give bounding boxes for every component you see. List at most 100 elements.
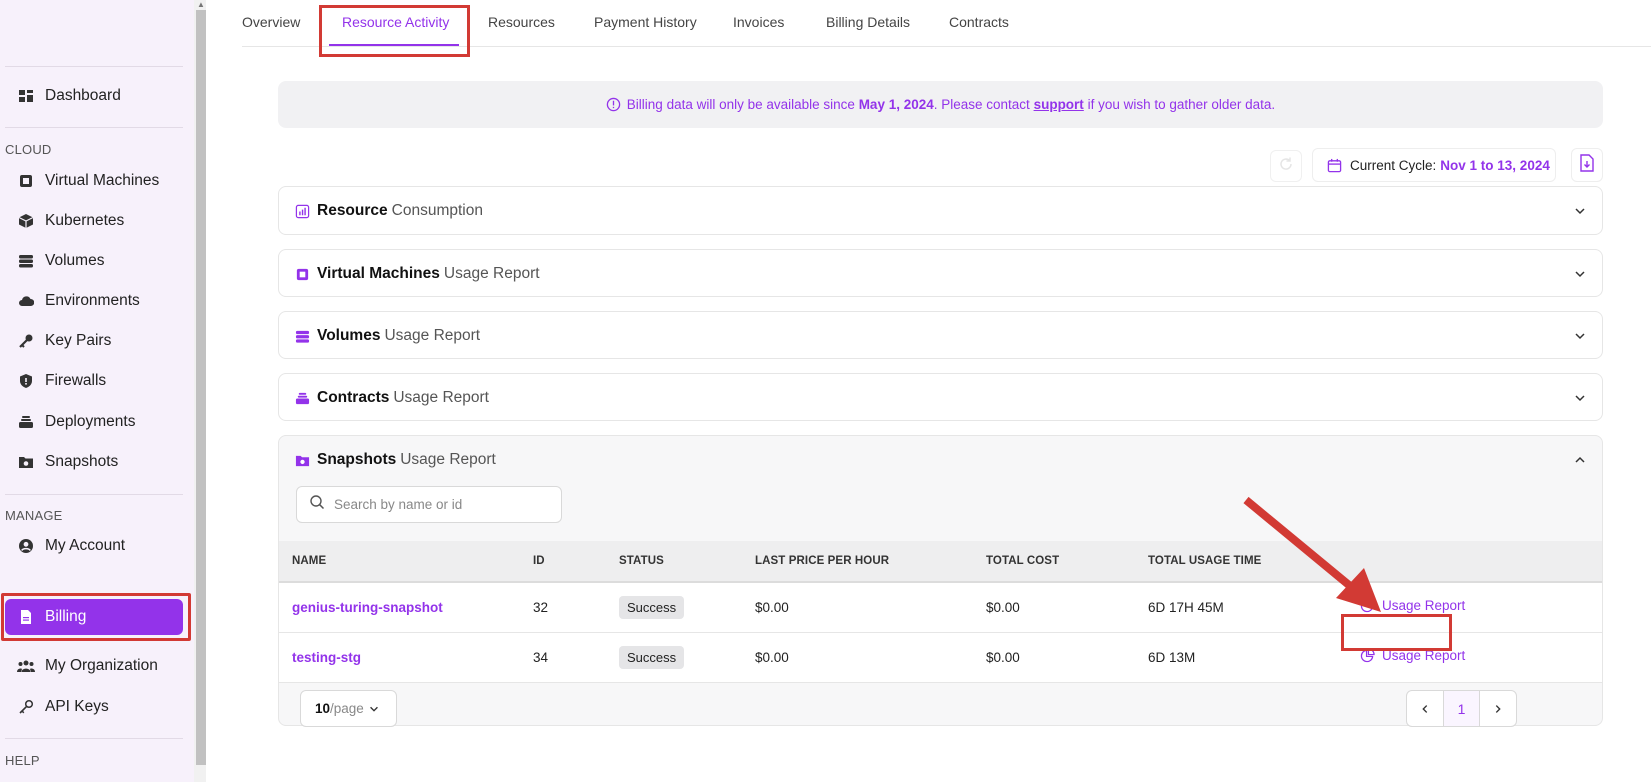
- calendar-icon: [1327, 158, 1342, 173]
- download-button[interactable]: [1571, 148, 1603, 182]
- snapshot-name-link[interactable]: genius-turing-snapshot: [292, 600, 443, 615]
- cycle-label: Current Cycle:: [1350, 157, 1437, 173]
- sidebar-item-firewalls[interactable]: Firewalls: [5, 363, 183, 399]
- info-banner: Billing data will only be available sinc…: [278, 81, 1603, 128]
- accordion-title-bold: Snapshots: [317, 451, 397, 468]
- sidebar-item-kubernetes[interactable]: Kubernetes: [5, 203, 183, 239]
- sidebar-item-snapshots[interactable]: Snapshots: [5, 444, 183, 480]
- chevron-up-icon[interactable]: [1573, 453, 1587, 467]
- column-header-total-cost[interactable]: TOTAL COST: [986, 555, 1059, 567]
- status-badge: Success: [619, 646, 685, 669]
- search-icon: [309, 494, 325, 515]
- chevron-right-icon: [1495, 704, 1501, 713]
- total-cost: $0.00: [986, 600, 1020, 615]
- snapshot-id: 34: [533, 650, 549, 665]
- accordion-title-rest: Consumption: [391, 202, 483, 219]
- sidebar-item-label: API Keys: [45, 698, 109, 715]
- last-price: $0.00: [755, 650, 789, 665]
- tab-resources[interactable]: Resources: [488, 14, 555, 30]
- snapshot-name-link[interactable]: testing-stg: [292, 650, 361, 665]
- sidebar-item-deployments[interactable]: Deployments: [5, 404, 183, 440]
- sidebar-item-label: Snapshots: [45, 453, 119, 470]
- sidebar-item-label: Environments: [45, 292, 140, 309]
- search-input[interactable]: [334, 497, 554, 512]
- divider: [5, 494, 183, 495]
- chevron-down-icon[interactable]: [1573, 204, 1587, 218]
- tab-contracts[interactable]: Contracts: [949, 14, 1009, 30]
- accordion-header[interactable]: Contracts Usage Report: [279, 374, 1602, 422]
- support-link[interactable]: support: [1034, 97, 1084, 112]
- total-usage-time: 6D 13M: [1148, 650, 1196, 665]
- sidebar-item-label: Deployments: [45, 413, 136, 430]
- chevron-down-icon[interactable]: [1573, 391, 1587, 405]
- info-icon: [606, 97, 621, 112]
- download-file-icon: [1579, 153, 1595, 177]
- key-outline-icon: [17, 698, 35, 716]
- sidebar-item-api-keys[interactable]: API Keys: [5, 689, 183, 725]
- accordion-contracts[interactable]: Contracts Usage Report: [278, 373, 1603, 421]
- search-box: [296, 486, 562, 523]
- chevron-down-icon[interactable]: [1573, 329, 1587, 343]
- sidebar-item-label: My Organization: [45, 657, 158, 674]
- cpu-icon: [294, 266, 310, 282]
- section-label-help: HELP: [5, 753, 40, 768]
- previous-page-button[interactable]: [1407, 691, 1443, 726]
- section-label-manage: MANAGE: [5, 508, 63, 523]
- accordion-virtual-machines[interactable]: Virtual Machines Usage Report: [278, 249, 1603, 297]
- billing-cycle-selector[interactable]: Current Cycle: Nov 1 to 13, 2024: [1312, 148, 1556, 182]
- billing-highlight-box: [1, 593, 191, 641]
- stack-icon: [294, 390, 310, 406]
- pagination: 1: [1406, 690, 1517, 727]
- column-header-id[interactable]: ID: [533, 555, 545, 567]
- folder-icon: [17, 453, 35, 471]
- sidebar-item-label: Virtual Machines: [45, 172, 160, 189]
- column-header-status[interactable]: STATUS: [619, 555, 664, 567]
- accordion-title-bold: Virtual Machines: [317, 265, 440, 282]
- refresh-button[interactable]: [1270, 150, 1302, 182]
- sidebar-item-key-pairs[interactable]: Key Pairs: [5, 323, 183, 359]
- banner-text-middle: . Please contact: [933, 97, 1034, 112]
- sidebar-scrollbar-thumb[interactable]: [196, 10, 206, 765]
- accordion-resource-consumption[interactable]: Resource Consumption: [278, 186, 1603, 235]
- sidebar-item-volumes[interactable]: Volumes: [5, 243, 183, 279]
- tab-invoices[interactable]: Invoices: [733, 14, 784, 30]
- chevron-down-icon[interactable]: [1573, 267, 1587, 281]
- tab-highlight-box: [319, 5, 470, 57]
- divider: [5, 738, 183, 739]
- accordion-header[interactable]: Volumes Usage Report: [279, 312, 1602, 360]
- accordion-title-rest: Usage Report: [400, 451, 496, 468]
- tab-payment-history[interactable]: Payment History: [594, 14, 697, 30]
- accordion-title-bold: Volumes: [317, 327, 381, 344]
- refresh-icon: [1278, 156, 1294, 177]
- column-header-last-price[interactable]: LAST PRICE PER HOUR: [755, 555, 889, 567]
- accordion-volumes[interactable]: Volumes Usage Report: [278, 311, 1603, 359]
- user-circle-icon: [17, 537, 35, 555]
- accordion-title-rest: Usage Report: [393, 389, 489, 406]
- accordion-header[interactable]: Resource Consumption: [279, 187, 1602, 235]
- users-icon: [17, 657, 35, 675]
- accordion-title-bold: Contracts: [317, 389, 390, 406]
- accordion-title-rest: Usage Report: [384, 327, 481, 344]
- section-label-cloud: CLOUD: [5, 142, 52, 157]
- next-page-button[interactable]: [1480, 691, 1516, 726]
- dashboard-icon: [17, 87, 35, 105]
- accordion-header[interactable]: Virtual Machines Usage Report: [279, 250, 1602, 298]
- divider: [5, 66, 183, 67]
- sidebar-item-virtual-machines[interactable]: Virtual Machines: [5, 163, 183, 199]
- sidebar-item-my-account[interactable]: My Account: [5, 528, 183, 564]
- banner-text-suffix: if you wish to gather older data.: [1083, 97, 1276, 112]
- page-size-unit: /page: [330, 701, 364, 716]
- sidebar-item-label: Volumes: [45, 252, 105, 269]
- sidebar-item-my-organization[interactable]: My Organization: [5, 648, 183, 684]
- sidebar-item-dashboard[interactable]: Dashboard: [5, 78, 183, 114]
- page-number-button[interactable]: 1: [1443, 691, 1480, 726]
- tab-billing-details[interactable]: Billing Details: [826, 14, 910, 30]
- tab-overview[interactable]: Overview: [242, 14, 300, 30]
- sidebar-item-environments[interactable]: Environments: [5, 283, 183, 319]
- accordion-header[interactable]: Snapshots Usage Report: [279, 436, 1602, 484]
- key-icon: [17, 332, 35, 350]
- total-cost: $0.00: [986, 650, 1020, 665]
- scroll-up-arrow-icon[interactable]: ▲: [196, 0, 206, 10]
- page-size-select[interactable]: 10 /page: [300, 690, 397, 727]
- column-header-name[interactable]: NAME: [292, 555, 326, 567]
